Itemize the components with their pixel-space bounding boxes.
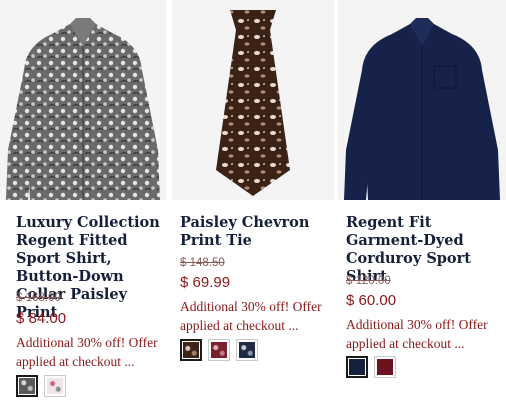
swatch-tie-red[interactable] [208,339,230,361]
product-title[interactable]: Luxury Collection Regent Fitted Sport Sh… [16,214,162,322]
swatch-burgundy[interactable] [374,356,396,378]
product-title[interactable]: Paisley Chevron Print Tie [180,214,330,250]
product-image-corduroy-shirt[interactable] [338,0,506,200]
sale-price: $ 69.99 [180,274,231,291]
swatch-tie-navy[interactable] [236,339,258,361]
original-price: $ 168.00 [16,292,61,304]
promo-text: Additional 30% off! Offer applied at che… [346,317,488,351]
swatch-paisley-pink[interactable] [44,375,66,397]
product-image-paisley-tie[interactable] [172,0,334,200]
swatch-tie-brown[interactable] [180,339,202,361]
color-swatches [16,375,66,397]
promo-text: Additional 30% off! Offer applied at che… [16,335,158,369]
swatch-paisley-dark[interactable] [16,375,38,397]
color-swatches [346,356,396,378]
color-swatches [180,339,258,361]
sale-price: $ 84.00 [16,310,67,327]
swatch-navy[interactable] [346,356,368,378]
promo-text: Additional 30% off! Offer applied at che… [180,299,322,333]
product-image-paisley-shirt[interactable] [0,0,166,200]
sale-price: $ 60.00 [346,292,397,309]
original-price: $ 148.50 [180,257,225,269]
original-price: $ 120.00 [346,275,391,287]
